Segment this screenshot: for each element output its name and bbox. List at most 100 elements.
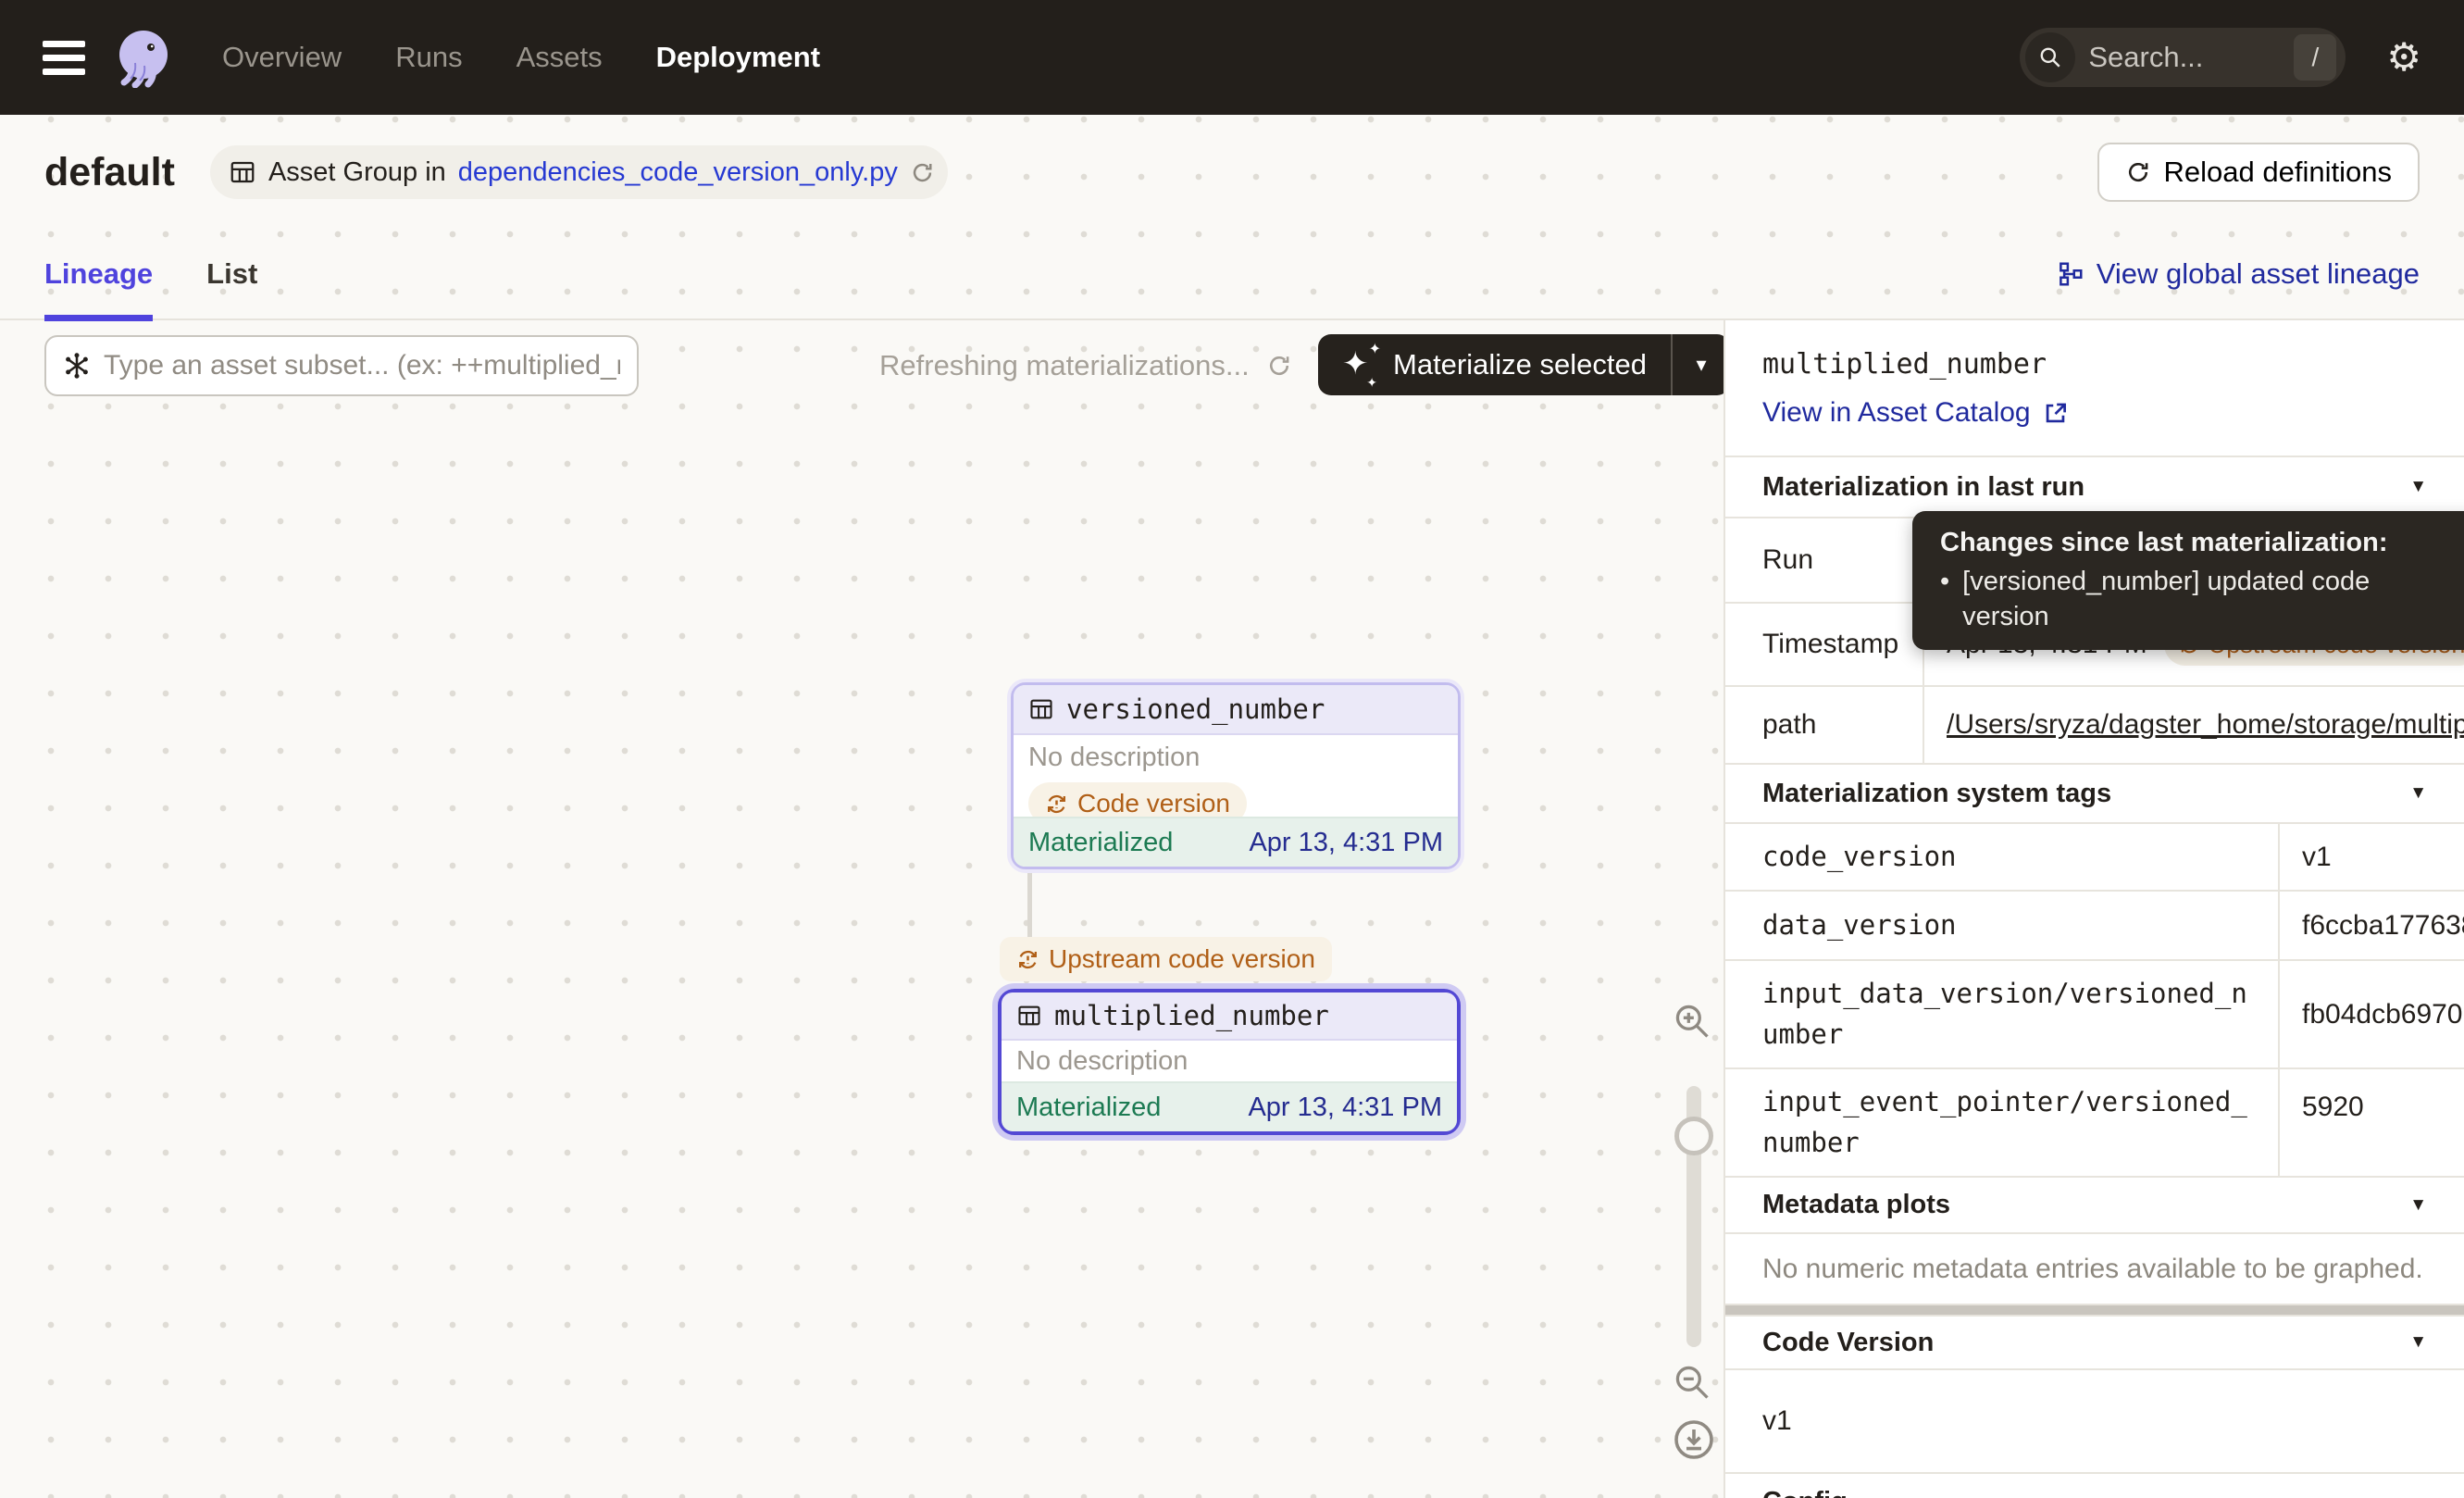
sparkles-icon: ✦✦✦ — [1342, 344, 1379, 385]
row-label: Timestamp — [1725, 604, 1924, 685]
view-global-asset-lineage-link[interactable]: View global asset lineage — [2057, 257, 2420, 291]
global-search[interactable]: / — [2020, 28, 2346, 87]
zoom-in-icon[interactable] — [1672, 1001, 1712, 1042]
search-input[interactable] — [2088, 41, 2246, 74]
code-version-icon — [1045, 793, 1068, 816]
nav-item-overview[interactable]: Overview — [222, 41, 342, 74]
lineage-graph-icon — [2057, 260, 2084, 288]
asset-node-header: versioned_number — [1014, 685, 1458, 735]
tag-key: data_version — [1725, 892, 2280, 959]
reload-definitions-label: Reload definitions — [2164, 156, 2392, 189]
view-in-asset-catalog-label: View in Asset Catalog — [1762, 397, 2031, 429]
view-in-asset-catalog-link[interactable]: View in Asset Catalog — [1762, 397, 2427, 429]
asset-node-multiplied-number-selected[interactable]: multiplied_number No description Materia… — [998, 989, 1461, 1135]
table-icon — [1016, 1003, 1042, 1029]
zoom-out-icon[interactable] — [1672, 1362, 1712, 1403]
panel-asset-name: multiplied_number — [1762, 348, 2427, 381]
section-code-version[interactable]: Code Version ▼ — [1725, 1315, 2464, 1370]
asset-subset-input[interactable] — [104, 350, 620, 381]
asset-group-file-link[interactable]: dependencies_code_version_only.py — [458, 157, 898, 188]
section-heading: Config — [1762, 1487, 1848, 1498]
view-global-asset-lineage-label: View global asset lineage — [2097, 257, 2420, 291]
section-materialization-system-tags[interactable]: Materialization system tags ▼ — [1725, 765, 2464, 824]
refresh-icon[interactable] — [1266, 353, 1292, 379]
row-code-version: code_version v1 — [1725, 824, 2464, 892]
row-input-event-pointer: input_event_pointer/versioned_number 592… — [1725, 1069, 2464, 1178]
nav-item-deployment[interactable]: Deployment — [656, 41, 820, 74]
tag-key: input_event_pointer/versioned_number — [1725, 1069, 2280, 1176]
asset-node-versioned-number[interactable]: versioned_number No description Code ver… — [1011, 682, 1461, 869]
top-nav: Overview Runs Assets Deployment / ⚙ — [0, 0, 2464, 115]
row-label: path — [1725, 687, 1924, 763]
main-area: default Asset Group in dependencies_code… — [0, 115, 2464, 1498]
section-materialization-in-last-run[interactable]: Materialization in last run ▼ — [1725, 456, 2464, 518]
chevron-down-icon[interactable]: ▼ — [2409, 1332, 2427, 1353]
tag-value: 5920 — [2280, 1069, 2464, 1176]
tooltip-item-text: [versioned_number] updated code version — [1962, 564, 2458, 634]
external-link-icon — [2043, 401, 2068, 426]
table-icon — [1028, 696, 1054, 722]
section-heading: Metadata plots — [1762, 1190, 1950, 1220]
path-link[interactable]: /Users/sryza/dagster_home/storage/multip — [1947, 709, 2464, 741]
settings-gear-icon[interactable]: ⚙ — [2386, 38, 2421, 77]
table-icon — [229, 158, 256, 186]
chevron-down-icon[interactable]: ▼ — [2409, 783, 2427, 804]
upstream-code-version-tag[interactable]: Upstream code version — [1000, 937, 1332, 981]
horizontal-scrollbar[interactable] — [1725, 1305, 2464, 1315]
materialized-timestamp[interactable]: Apr 13, 4:31 PM — [1248, 1092, 1442, 1123]
section-heading: Materialization system tags — [1762, 779, 2111, 809]
asset-node-header: multiplied_number — [1002, 992, 1457, 1041]
materialized-status: Materialized — [1016, 1092, 1161, 1123]
section-heading: Code Version — [1762, 1328, 1934, 1358]
tag-value: fb04dcb6970 — [2280, 961, 2464, 1067]
materialize-selected-split-button: ✦✦✦ Materialize selected ▾ — [1318, 334, 1730, 395]
asset-details-panel: multiplied_number View in Asset Catalog … — [1724, 320, 2464, 1498]
materialized-status: Materialized — [1028, 828, 1173, 858]
tooltip-title: Changes since last materialization: — [1940, 525, 2458, 560]
page-header: default Asset Group in dependencies_code… — [0, 115, 2464, 230]
materialize-selected-label: Materialize selected — [1393, 348, 1647, 381]
tag-key: code_version — [1725, 824, 2280, 890]
tag-value: v1 — [2280, 824, 2464, 890]
download-view-icon[interactable] — [1672, 1417, 1716, 1462]
row-data-version: data_version f6ccba177638 — [1725, 892, 2464, 961]
row-input-data-version: input_data_version/versioned_number fb04… — [1725, 961, 2464, 1069]
page-title: default — [44, 150, 175, 195]
refresh-icon[interactable] — [910, 160, 935, 185]
zoom-slider-handle[interactable] — [1674, 1117, 1713, 1155]
upstream-code-version-label: Upstream code version — [1049, 944, 1315, 974]
search-shortcut-key: / — [2294, 34, 2336, 81]
section-config[interactable]: Config — [1725, 1474, 2464, 1498]
tag-value: f6ccba177638 — [2280, 892, 2464, 959]
asset-description: No description — [1028, 743, 1443, 773]
op-selector-icon — [63, 352, 91, 380]
row-label: Run — [1725, 518, 1924, 602]
tabs-row: Lineage List View global asset lineage — [0, 230, 2464, 320]
search-icon — [2025, 32, 2075, 82]
asset-node-footer: Materialized Apr 13, 4:31 PM — [1014, 817, 1458, 867]
asset-name: versioned_number — [1066, 693, 1325, 725]
tab-list[interactable]: List — [206, 229, 257, 319]
chevron-down-icon[interactable]: ▼ — [2409, 1195, 2427, 1216]
asset-group-prefix: Asset Group in — [268, 157, 446, 188]
materialized-timestamp[interactable]: Apr 13, 4:31 PM — [1249, 828, 1443, 858]
tab-lineage[interactable]: Lineage — [44, 229, 153, 319]
section-metadata-plots[interactable]: Metadata plots ▼ — [1725, 1178, 2464, 1234]
refreshing-status: Refreshing materializations... — [879, 335, 1292, 396]
row-path: path /Users/sryza/dagster_home/storage/m… — [1725, 687, 2464, 765]
reload-definitions-button[interactable]: Reload definitions — [2097, 143, 2420, 202]
dagster-logo[interactable] — [113, 27, 174, 88]
hamburger-menu-icon[interactable] — [43, 41, 85, 75]
reload-icon — [2125, 159, 2151, 185]
code-version-value: v1 — [1725, 1370, 2464, 1474]
changes-tooltip: Changes since last materialization: • [v… — [1912, 511, 2464, 650]
code-version-icon — [1016, 948, 1039, 971]
materialize-selected-button[interactable]: ✦✦✦ Materialize selected — [1318, 334, 1671, 395]
asset-subset-input-wrap — [44, 335, 639, 396]
nav-item-runs[interactable]: Runs — [395, 41, 462, 74]
tag-key: input_data_version/versioned_number — [1725, 961, 2280, 1067]
chevron-down-icon[interactable]: ▼ — [2409, 477, 2427, 497]
materialize-dropdown-button[interactable]: ▾ — [1673, 334, 1730, 395]
asset-name: multiplied_number — [1054, 1000, 1329, 1031]
nav-item-assets[interactable]: Assets — [516, 41, 603, 74]
